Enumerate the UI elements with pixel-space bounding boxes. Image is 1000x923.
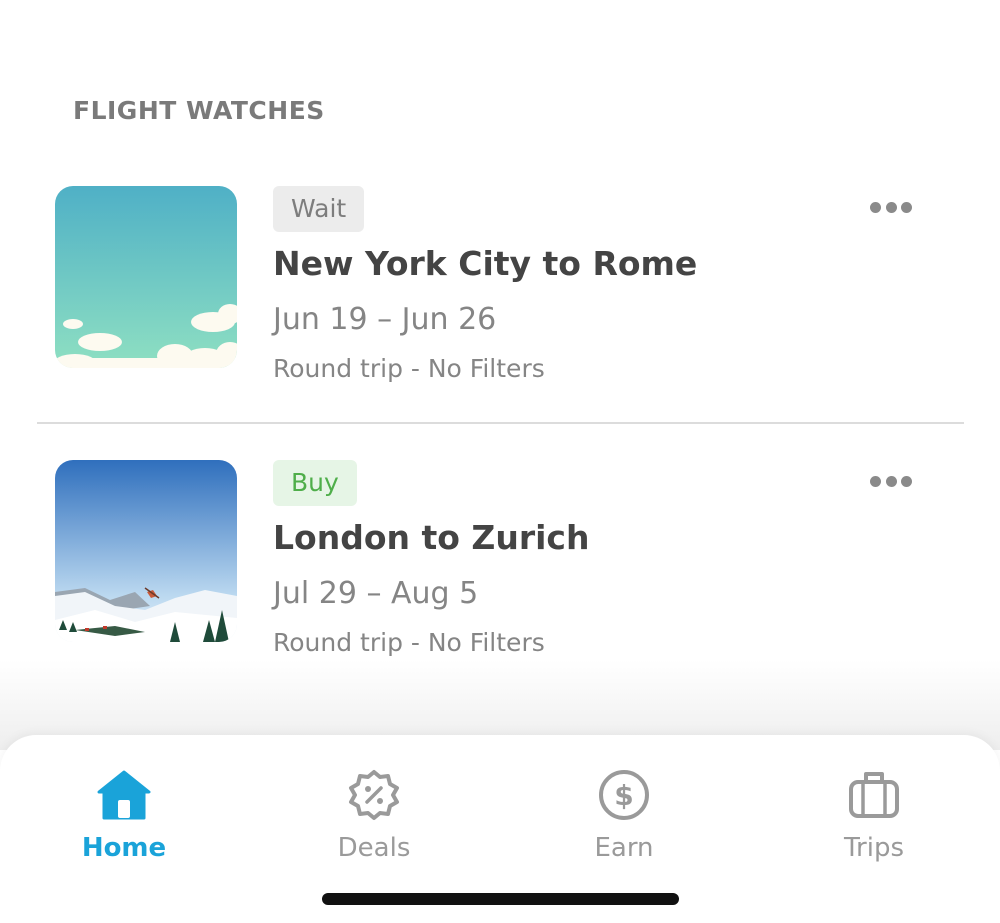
tab-trips[interactable]: Trips: [794, 765, 954, 875]
status-badge: Wait: [273, 186, 365, 232]
section-title: FLIGHT WATCHES: [73, 96, 325, 125]
status-badge: Buy: [273, 460, 357, 506]
route-title: London to Zurich: [273, 518, 590, 557]
home-icon: [94, 765, 154, 825]
flight-watches-screen: FLIGHT WATCHES Wait New York City to Rom…: [0, 0, 1000, 923]
flight-watch-card[interactable]: Buy London to Zurich Jul 29 – Aug 5 Roun…: [0, 460, 1000, 690]
trip-dates: Jun 19 – Jun 26: [273, 302, 497, 337]
more-dot-icon: [885, 201, 897, 213]
tab-earn[interactable]: $ Earn: [544, 765, 704, 875]
tab-home[interactable]: Home: [44, 765, 204, 875]
more-dot-icon: [901, 475, 912, 487]
tab-label: Trips: [843, 833, 905, 863]
trip-dates: Jul 29 – Aug 5: [273, 576, 479, 611]
more-dot-icon: [870, 475, 881, 487]
more-options-button[interactable]: [862, 466, 920, 496]
tab-deals[interactable]: Deals: [294, 765, 454, 875]
trip-filters: Round trip - No Filters: [273, 354, 545, 383]
dollar-coin-icon: $: [594, 765, 654, 825]
route-title: New York City to Rome: [273, 244, 698, 283]
suitcase-icon: [844, 765, 904, 825]
more-dot-icon: [870, 201, 881, 213]
svg-text:$: $: [614, 779, 633, 812]
tab-label: Deals: [337, 833, 411, 863]
more-dot-icon: [885, 475, 897, 487]
tab-label: Home: [81, 833, 167, 863]
trip-filters: Round trip - No Filters: [273, 628, 545, 657]
deals-badge-icon: [344, 765, 404, 825]
more-options-button[interactable]: [862, 192, 920, 222]
sky-clouds-image: [55, 186, 237, 368]
tab-label: Earn: [594, 833, 654, 863]
home-indicator[interactable]: [322, 893, 679, 905]
snowy-mountains-image: [55, 460, 237, 642]
divider: [37, 422, 964, 424]
more-dot-icon: [901, 201, 912, 213]
flight-watch-card[interactable]: Wait New York City to Rome Jun 19 – Jun …: [0, 186, 1000, 416]
